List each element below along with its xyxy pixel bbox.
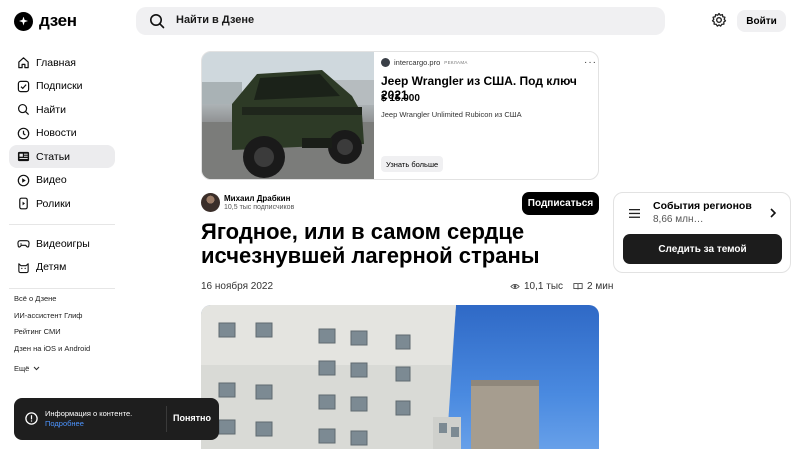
sidebar-item-news[interactable]: Новости xyxy=(9,122,115,145)
page-title: Ягодное, или в самом сердце исчезнувшей … xyxy=(201,219,540,268)
more-dropdown[interactable]: Ещё xyxy=(14,360,90,377)
sidebar-item-label: Новости xyxy=(36,127,77,139)
sidebar-item-label: Статьи xyxy=(36,150,71,163)
toast-more-link[interactable]: Подробнее xyxy=(45,419,84,428)
link-media-rating[interactable]: Рейтинг СМИ xyxy=(14,327,90,344)
toast-message: Информация о контенте. xyxy=(45,409,133,418)
ad-description: Jeep Wrangler Unlimited Rubicon из США xyxy=(381,110,522,119)
sidebar-item-video[interactable]: Видео xyxy=(9,169,115,192)
author-name[interactable]: Михаил Драбкин xyxy=(224,194,290,203)
logo-text: дзен xyxy=(39,11,77,30)
sidebar-item-shorts[interactable]: Ролики xyxy=(9,192,115,215)
dismiss-button[interactable]: Понятно xyxy=(173,413,211,423)
login-button[interactable]: Войти xyxy=(737,10,786,32)
sidebar-item-label: Видеоигры xyxy=(36,237,90,250)
learn-more-button[interactable]: Узнать больше xyxy=(381,156,444,172)
content-info-toast: Информация о контенте. Подробнее Понятно xyxy=(14,398,219,440)
sidebar-item-label: Детям xyxy=(36,261,67,273)
search-bar[interactable]: Найти в Дзене xyxy=(136,7,665,35)
search-icon xyxy=(17,103,30,116)
views-count: 10,1 тыс xyxy=(524,281,564,292)
news-icon xyxy=(17,127,30,139)
sidebar-item-subscriptions[interactable]: Подписки xyxy=(9,75,115,98)
gamepad-icon xyxy=(17,240,30,248)
sidebar-item-search[interactable]: Найти xyxy=(9,98,115,121)
article-date: 16 ноября 2022 xyxy=(201,281,274,292)
zen-logo-icon xyxy=(14,11,33,31)
list-icon xyxy=(629,209,640,218)
sidebar-item-home[interactable]: Главная xyxy=(9,51,115,74)
ad-tag: РЕКЛАМА xyxy=(444,60,468,65)
eye-icon xyxy=(510,284,520,289)
more-options-icon[interactable]: ··· xyxy=(584,57,597,68)
widget-title: События регионов xyxy=(653,200,752,212)
search-icon xyxy=(150,14,165,29)
toast-divider xyxy=(166,406,167,432)
article-stats: 10,1 тыс 2 мин xyxy=(510,281,613,292)
author-subscribers: 10,5 тыс подписчиков xyxy=(224,204,295,211)
ad-price: $ 15.000 xyxy=(381,93,420,104)
ad-image xyxy=(202,52,374,179)
avatar[interactable] xyxy=(201,193,220,212)
info-icon xyxy=(25,412,38,425)
zen-logo[interactable]: дзен xyxy=(14,11,77,31)
topic-widget[interactable]: События регионов 8,66 млн… Следить за те… xyxy=(613,192,791,273)
read-time: 2 мин xyxy=(587,281,614,292)
sidebar-item-label: Подписки xyxy=(36,80,83,92)
sidebar-divider xyxy=(9,224,115,225)
home-icon xyxy=(18,57,29,69)
more-label: Ещё xyxy=(14,363,30,373)
link-mobile-apps[interactable]: Дзен на iOS и Android xyxy=(14,344,90,361)
link-about-zen[interactable]: Всё о Дзене xyxy=(14,294,90,311)
sidebar-footer-links: Всё о Дзене ИИ-ассистент Глиф Рейтинг СМ… xyxy=(14,294,90,377)
sidebar-item-articles[interactable]: Статьи xyxy=(9,145,115,168)
sidebar-divider xyxy=(9,287,115,289)
chevron-down-icon xyxy=(33,366,40,371)
gear-icon[interactable] xyxy=(711,12,727,28)
sidebar-item-label: Главная xyxy=(36,56,76,69)
search-input[interactable]: Найти в Дзене xyxy=(176,14,254,26)
advertiser-icon xyxy=(381,58,390,67)
ad-card[interactable]: intercargo.pro РЕКЛАМА ··· Jeep Wrangler… xyxy=(201,51,599,180)
article-image xyxy=(201,305,599,449)
articles-icon xyxy=(17,151,30,162)
chevron-right-icon[interactable] xyxy=(769,208,777,218)
sidebar-nav: Главная Подписки Найти Новости Статьи Ви… xyxy=(9,51,115,296)
ad-source[interactable]: intercargo.pro РЕКЛАМА xyxy=(381,58,468,67)
follow-topic-button[interactable]: Следить за темой xyxy=(623,234,782,264)
sidebar-item-label: Видео xyxy=(36,174,67,186)
link-ai-assistant[interactable]: ИИ-ассистент Глиф xyxy=(14,311,90,328)
subscribe-button[interactable]: Подписаться xyxy=(522,192,599,215)
sidebar-item-label: Найти xyxy=(36,103,66,116)
video-icon xyxy=(17,174,30,186)
shorts-icon xyxy=(19,197,28,210)
sidebar-item-label: Ролики xyxy=(36,197,71,210)
sidebar-item-videogames[interactable]: Видеоигры xyxy=(9,232,115,255)
kids-icon xyxy=(18,262,29,273)
widget-subtitle: 8,66 млн… xyxy=(653,214,704,225)
sidebar-item-kids[interactable]: Детям xyxy=(9,256,115,279)
book-icon xyxy=(573,283,583,290)
ad-source-name: intercargo.pro xyxy=(394,58,441,67)
subscriptions-icon xyxy=(17,80,30,92)
